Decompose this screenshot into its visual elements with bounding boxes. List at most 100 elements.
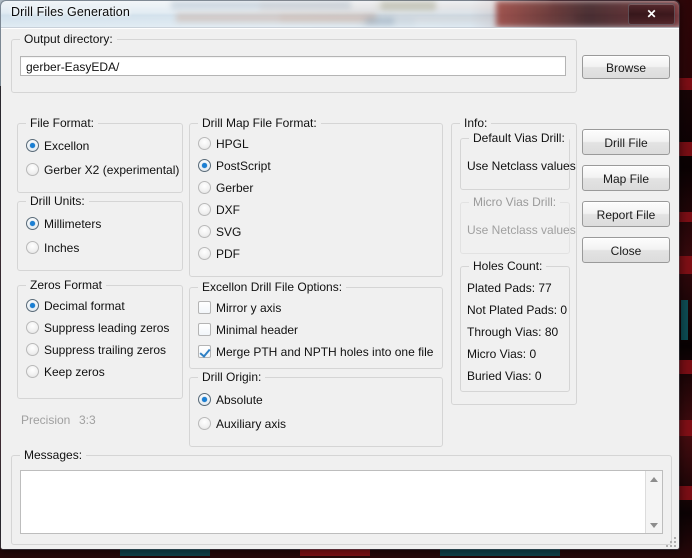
radio-gerber[interactable]: Gerber — [198, 180, 253, 196]
default-vias-drill-value: Use Netclass values — [467, 159, 576, 173]
holes-count-group: Holes Count: Plated Pads: 77 Not Plated … — [460, 259, 570, 392]
output-directory-input[interactable]: gerber-EasyEDA/ — [20, 56, 566, 76]
bg-pcb-trace — [681, 300, 688, 340]
radio-hpgl[interactable]: HPGL — [198, 136, 249, 152]
close-button-main[interactable]: Close — [582, 237, 670, 263]
radio-suppress-leading-zeros-label: Suppress leading zeros — [44, 321, 170, 335]
messages-textarea[interactable] — [20, 470, 663, 534]
output-directory-legend: Output directory: — [20, 32, 117, 46]
precision-label: Precision — [21, 413, 71, 427]
radio-auxiliary-axis-label: Auxiliary axis — [216, 417, 287, 431]
radio-hpgl-label: HPGL — [216, 137, 249, 151]
radio-excellon-icon — [26, 139, 39, 152]
radio-suppress-trailing-zeros-icon — [26, 343, 39, 356]
radio-pdf-label: PDF — [216, 247, 240, 261]
excellon-options-legend: Excellon Drill File Options: — [198, 280, 347, 294]
holes-count-row: Plated Pads: 77 — [467, 281, 552, 295]
file-format-legend: File Format: — [26, 116, 99, 130]
bg-pcb-trace — [678, 256, 692, 274]
radio-auxiliary-axis-icon — [198, 417, 211, 430]
radio-excellon[interactable]: Excellon — [26, 138, 89, 154]
window-title-bar: Drill Files Generation ✕ — [1, 1, 679, 28]
checkbox-merge-pth-npth-label: Merge PTH and NPTH holes into one file — [216, 345, 434, 359]
bg-pcb-trace — [678, 360, 692, 374]
info-group: Info: Default Vias Drill: Use Netclass v… — [451, 116, 577, 405]
messages-group: Messages: — [11, 448, 672, 545]
radio-suppress-leading-zeros-icon — [26, 321, 39, 334]
drill-units-group: Drill Units: Millimeters Inches — [17, 194, 183, 271]
radio-postscript-icon — [198, 159, 211, 172]
radio-dxf[interactable]: DXF — [198, 202, 240, 218]
scroll-down-icon[interactable] — [646, 517, 662, 533]
checkbox-minimal-header-icon — [198, 323, 211, 336]
radio-inches[interactable]: Inches — [26, 240, 79, 256]
bg-pcb-trace — [678, 420, 692, 436]
radio-decimal-format[interactable]: Decimal format — [26, 298, 125, 314]
radio-svg-icon — [198, 225, 211, 238]
window-title: Drill Files Generation — [11, 5, 130, 19]
radio-keep-zeros-label: Keep zeros — [44, 365, 105, 379]
drill-map-file-format-group: Drill Map File Format: HPGL PostScript G… — [189, 116, 443, 277]
checkbox-minimal-header[interactable]: Minimal header — [198, 322, 298, 338]
bg-pcb-trace — [678, 212, 692, 222]
radio-millimeters-icon — [26, 217, 39, 230]
map-file-button[interactable]: Map File — [582, 165, 670, 191]
default-vias-drill-legend: Default Vias Drill: — [469, 131, 569, 145]
micro-vias-drill-value: Use Netclass values — [467, 223, 576, 237]
radio-hpgl-icon — [198, 137, 211, 150]
radio-gerber-x2-icon — [26, 163, 39, 176]
holes-count-row: Through Vias: 80 — [467, 325, 559, 339]
radio-dxf-icon — [198, 203, 211, 216]
drill-origin-legend: Drill Origin: — [198, 370, 266, 384]
file-format-group: File Format: Excellon Gerber X2 (experim… — [17, 116, 183, 193]
checkbox-minimal-header-label: Minimal header — [216, 323, 299, 337]
radio-inches-icon — [26, 241, 39, 254]
checkbox-mirror-y-axis-icon — [198, 301, 211, 314]
radio-gerber-icon — [198, 181, 211, 194]
micro-vias-drill-legend: Micro Vias Drill: — [469, 195, 561, 209]
checkbox-mirror-y-axis-label: Mirror y axis — [216, 301, 282, 315]
holes-count-row: Buried Vias: 0 — [467, 369, 542, 383]
zeros-format-legend: Zeros Format — [26, 278, 107, 292]
radio-millimeters[interactable]: Millimeters — [26, 216, 101, 232]
radio-decimal-format-icon — [26, 299, 39, 312]
radio-decimal-format-label: Decimal format — [44, 299, 125, 313]
radio-postscript[interactable]: PostScript — [198, 158, 271, 174]
radio-gerber-x2[interactable]: Gerber X2 (experimental) — [26, 162, 179, 178]
drill-file-button[interactable]: Drill File — [582, 129, 670, 155]
radio-suppress-trailing-zeros[interactable]: Suppress trailing zeros — [26, 342, 166, 358]
radio-svg[interactable]: SVG — [198, 224, 241, 240]
info-legend: Info: — [460, 116, 492, 130]
radio-auxiliary-axis[interactable]: Auxiliary axis — [198, 416, 286, 432]
scroll-up-icon[interactable] — [646, 471, 662, 487]
close-icon[interactable]: ✕ — [628, 3, 675, 25]
radio-pdf[interactable]: PDF — [198, 246, 240, 262]
checkbox-mirror-y-axis[interactable]: Mirror y axis — [198, 300, 281, 316]
radio-inches-label: Inches — [44, 241, 80, 255]
holes-count-row: Micro Vias: 0 — [467, 347, 537, 361]
radio-pdf-icon — [198, 247, 211, 260]
bg-pcb-trace — [678, 486, 692, 500]
report-file-button[interactable]: Report File — [582, 201, 670, 227]
radio-keep-zeros[interactable]: Keep zeros — [26, 364, 105, 380]
resize-grip[interactable] — [665, 536, 677, 548]
checkbox-merge-pth-npth[interactable]: Merge PTH and NPTH holes into one file — [198, 344, 433, 360]
radio-absolute-icon — [198, 393, 211, 406]
browse-button[interactable]: Browse — [582, 55, 670, 79]
titlebar-blur-3 — [381, 1, 436, 10]
holes-count-legend: Holes Count: — [469, 259, 547, 273]
titlebar-blur-2 — [176, 13, 376, 22]
radio-dxf-label: DXF — [216, 203, 240, 217]
radio-absolute[interactable]: Absolute — [198, 392, 263, 408]
radio-postscript-label: PostScript — [216, 159, 271, 173]
messages-scrollbar[interactable] — [645, 471, 662, 533]
messages-legend: Messages: — [20, 448, 87, 462]
checkbox-merge-pth-npth-icon — [198, 345, 211, 358]
drill-map-file-format-legend: Drill Map File Format: — [198, 116, 321, 130]
radio-gerber-x2-label: Gerber X2 (experimental) — [44, 163, 180, 177]
drill-units-legend: Drill Units: — [26, 194, 89, 208]
drill-files-generation-window: Drill Files Generation ✕ Output director… — [0, 0, 680, 550]
micro-vias-drill-group: Micro Vias Drill: Use Netclass values — [460, 195, 576, 254]
radio-suppress-trailing-zeros-label: Suppress trailing zeros — [44, 343, 167, 357]
radio-suppress-leading-zeros[interactable]: Suppress leading zeros — [26, 320, 169, 336]
